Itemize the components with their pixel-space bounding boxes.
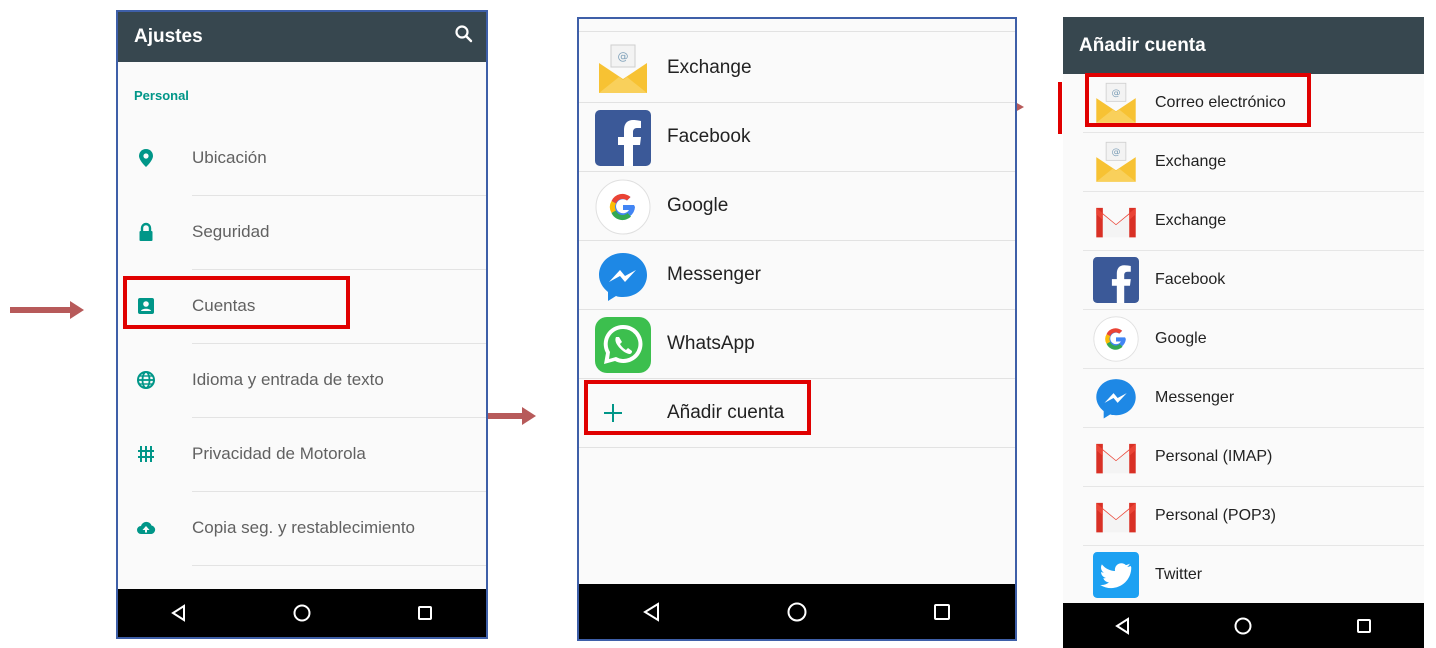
- home-icon[interactable]: [282, 593, 322, 633]
- settings-app-bar: Ajustes: [118, 12, 486, 62]
- account-type-label: Exchange: [1155, 153, 1227, 170]
- navigation-bar: [1063, 603, 1424, 648]
- settings-item-language[interactable]: Idioma y entrada de texto: [118, 344, 486, 418]
- google-icon: [595, 179, 651, 235]
- account-item-label: Google: [667, 195, 729, 216]
- account-item-exchange[interactable]: @ Exchange: [579, 34, 1015, 103]
- facebook-icon: [595, 110, 651, 166]
- account-type-exchange-gmail[interactable]: Exchange: [1063, 192, 1424, 251]
- highlight-box-email: [1085, 73, 1311, 127]
- page-title: Ajustes: [134, 26, 203, 47]
- twitter-icon: [1093, 552, 1139, 598]
- account-type-google[interactable]: Google: [1063, 310, 1424, 369]
- settings-item-label: Privacidad de Motorola: [192, 444, 366, 463]
- highlight-box-add-account: [584, 380, 811, 435]
- account-type-twitter[interactable]: Twitter: [1063, 546, 1424, 605]
- account-item-label: Exchange: [667, 57, 752, 78]
- highlight-edge: [1058, 82, 1062, 134]
- messenger-icon: [595, 248, 651, 304]
- settings-item-backup[interactable]: Copia seg. y restablecimiento: [118, 492, 486, 566]
- highlight-box-cuentas: [123, 276, 350, 329]
- gmail-icon: [1093, 198, 1139, 244]
- lock-icon: [136, 222, 156, 242]
- account-item-label: Messenger: [667, 264, 761, 285]
- settings-item-label: Seguridad: [192, 222, 270, 241]
- recents-icon[interactable]: [405, 593, 445, 633]
- account-item-google[interactable]: Google: [579, 172, 1015, 241]
- step-arrow-1: [10, 301, 84, 319]
- navigation-bar: [579, 584, 1015, 639]
- globe-icon: [136, 370, 156, 390]
- account-type-label: Twitter: [1155, 566, 1203, 583]
- account-type-label: Google: [1155, 330, 1207, 347]
- settings-item-label: Ubicación: [192, 148, 267, 167]
- privacy-icon: [136, 444, 156, 464]
- divider: [579, 31, 1015, 32]
- svg-text:@: @: [1111, 148, 1120, 158]
- home-icon[interactable]: [1223, 606, 1263, 646]
- whatsapp-icon: [595, 317, 651, 373]
- facebook-icon: [1093, 257, 1139, 303]
- google-icon: [1093, 316, 1139, 362]
- back-icon[interactable]: [632, 592, 672, 632]
- settings-item-label: Copia seg. y restablecimiento: [192, 518, 416, 537]
- back-icon[interactable]: [1103, 606, 1143, 646]
- account-type-label: Personal (POP3): [1155, 507, 1276, 524]
- account-type-pop3[interactable]: Personal (POP3): [1063, 487, 1424, 546]
- recents-icon[interactable]: [922, 592, 962, 632]
- account-type-exchange[interactable]: @ Exchange: [1063, 133, 1424, 192]
- account-type-label: Exchange: [1155, 212, 1227, 229]
- settings-item-security[interactable]: Seguridad: [118, 196, 486, 270]
- back-icon[interactable]: [159, 593, 199, 633]
- account-item-facebook[interactable]: Facebook: [579, 103, 1015, 172]
- section-header: Personal: [134, 88, 189, 103]
- home-icon[interactable]: [777, 592, 817, 632]
- email-icon: @: [595, 41, 651, 97]
- messenger-icon: [1093, 375, 1139, 421]
- page-title: Añadir cuenta: [1079, 35, 1206, 56]
- account-type-facebook[interactable]: Facebook: [1063, 251, 1424, 310]
- settings-item-location[interactable]: Ubicación: [118, 122, 486, 196]
- search-icon[interactable]: [454, 24, 474, 49]
- settings-item-privacy[interactable]: Privacidad de Motorola: [118, 418, 486, 492]
- divider: [192, 565, 486, 566]
- gmail-icon: [1093, 493, 1139, 539]
- gmail-icon: [1093, 434, 1139, 480]
- account-type-label: Messenger: [1155, 389, 1235, 406]
- account-type-imap[interactable]: Personal (IMAP): [1063, 428, 1424, 487]
- account-item-label: WhatsApp: [667, 333, 755, 354]
- settings-item-label: Idioma y entrada de texto: [192, 370, 384, 389]
- account-type-label: Personal (IMAP): [1155, 448, 1273, 465]
- account-item-label: Facebook: [667, 126, 751, 147]
- location-icon: [136, 148, 156, 168]
- account-item-whatsapp[interactable]: WhatsApp: [579, 310, 1015, 379]
- navigation-bar: [118, 589, 486, 637]
- svg-text:@: @: [618, 50, 629, 63]
- accounts-screen: @ Exchange Facebook Google Messenger Wha…: [577, 17, 1017, 641]
- add-account-app-bar: Añadir cuenta: [1063, 17, 1424, 74]
- account-item-messenger[interactable]: Messenger: [579, 241, 1015, 310]
- cloud-upload-icon: [136, 518, 156, 538]
- account-type-messenger[interactable]: Messenger: [1063, 369, 1424, 428]
- email-icon: @: [1093, 139, 1139, 185]
- recents-icon[interactable]: [1344, 606, 1384, 646]
- account-type-label: Facebook: [1155, 271, 1226, 288]
